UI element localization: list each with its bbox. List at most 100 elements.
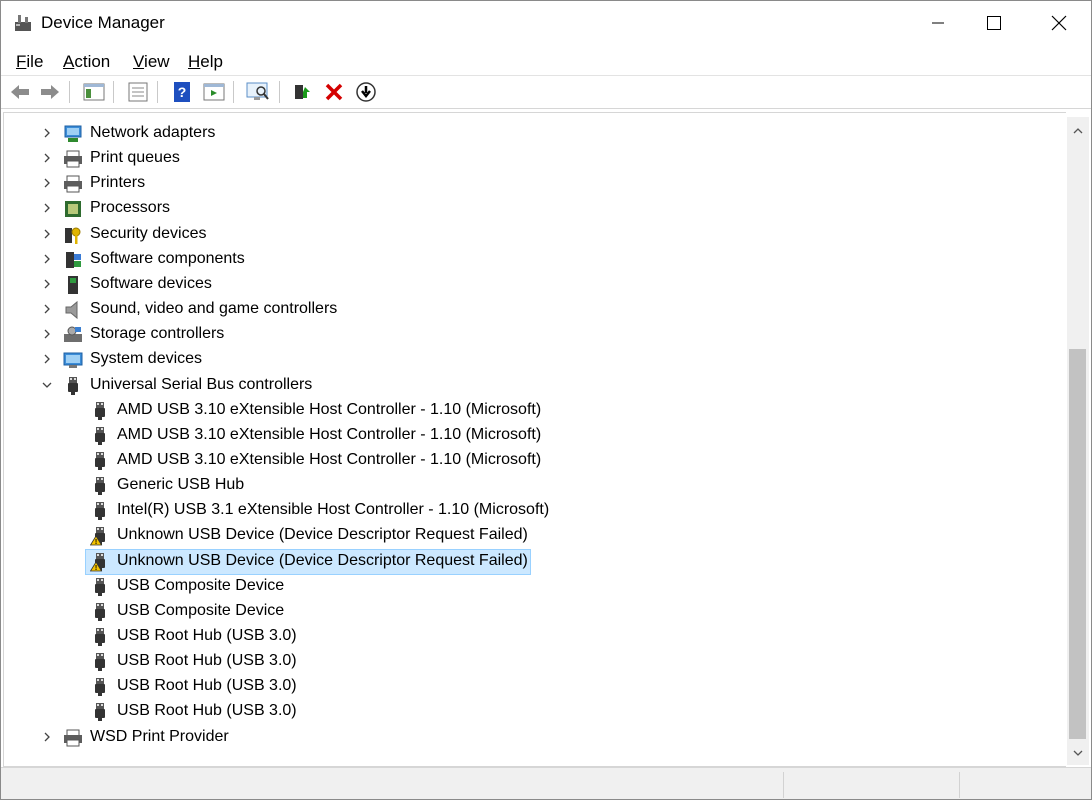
- tree-device[interactable]: Generic USB Hub: [4, 473, 1064, 498]
- tree-node-label: WSD Print Provider: [90, 727, 229, 745]
- scroll-down-button[interactable]: [1067, 743, 1089, 763]
- tree-node-label: AMD USB 3.10 eXtensible Host Controller …: [117, 400, 542, 418]
- tree-node-label: USB Root Hub (USB 3.0): [117, 652, 297, 670]
- tree-category[interactable]: Processors: [4, 196, 1064, 221]
- forward-button[interactable]: [37, 80, 63, 104]
- tree-category[interactable]: Printers: [4, 171, 1064, 196]
- back-button[interactable]: [7, 80, 33, 104]
- chevron-right-icon[interactable]: [40, 227, 54, 241]
- tree-node-label: Sound, video and game controllers: [90, 300, 338, 318]
- chevron-right-icon[interactable]: [40, 352, 54, 366]
- chevron-down-icon[interactable]: [40, 378, 54, 392]
- menu-action[interactable]: Action: [62, 52, 111, 72]
- tree-category[interactable]: Software devices: [4, 272, 1064, 297]
- usb-icon: [95, 477, 105, 496]
- tree-node-label: Universal Serial Bus controllers: [90, 375, 313, 393]
- tree-device[interactable]: AMD USB 3.10 eXtensible Host Controller …: [4, 398, 1064, 423]
- processor-icon: [65, 201, 81, 218]
- uninstall-device-button[interactable]: [321, 80, 347, 104]
- chevron-right-icon[interactable]: [40, 327, 54, 341]
- usb-icon: [95, 426, 105, 445]
- software-device-icon: [68, 275, 78, 294]
- action-pane-icon: [203, 83, 225, 101]
- svg-text:!: !: [95, 565, 97, 572]
- chevron-right-icon[interactable]: [40, 126, 54, 140]
- close-button[interactable]: [1036, 1, 1082, 45]
- tree-device[interactable]: USB Root Hub (USB 3.0): [4, 699, 1064, 724]
- printer-icon: [64, 175, 82, 193]
- printer-icon: [64, 150, 82, 168]
- tree-node-label: Storage controllers: [90, 325, 225, 343]
- vertical-scrollbar[interactable]: [1067, 117, 1089, 765]
- tree-node-label: Generic USB Hub: [117, 476, 245, 494]
- usb-icon: [95, 678, 105, 697]
- show-hide-console-tree-icon: [83, 83, 105, 101]
- tree-category[interactable]: WSD Print Provider: [4, 725, 1064, 750]
- tree-category[interactable]: Network adapters: [4, 121, 1064, 146]
- usb-icon: [95, 577, 105, 596]
- menu-action-accel: A: [63, 52, 75, 71]
- action-pane-button[interactable]: [201, 80, 227, 104]
- forward-icon: [41, 85, 59, 99]
- scrollbar-thumb[interactable]: [1069, 349, 1086, 739]
- usb-icon: [95, 653, 105, 672]
- scroll-up-button[interactable]: [1067, 121, 1089, 141]
- chevron-right-icon[interactable]: [40, 176, 54, 190]
- chevron-right-icon[interactable]: [40, 277, 54, 291]
- tree-device[interactable]: USB Composite Device: [4, 599, 1064, 624]
- tree-device[interactable]: Intel(R) USB 3.1 eXtensible Host Control…: [4, 498, 1064, 523]
- tree-device[interactable]: AMD USB 3.10 eXtensible Host Controller …: [4, 423, 1064, 448]
- chevron-right-icon[interactable]: [40, 302, 54, 316]
- tree-device[interactable]: USB Root Hub (USB 3.0): [4, 624, 1064, 649]
- menu-help-accel: H: [188, 52, 201, 71]
- menu-file[interactable]: File: [15, 52, 44, 72]
- tree-category-usb[interactable]: Universal Serial Bus controllers: [4, 373, 1064, 398]
- uninstall-icon: [325, 83, 343, 101]
- usb-icon: [95, 703, 105, 722]
- chevron-right-icon[interactable]: [40, 730, 54, 744]
- tree-device[interactable]: AMD USB 3.10 eXtensible Host Controller …: [4, 448, 1064, 473]
- chevron-right-icon[interactable]: [40, 201, 54, 215]
- tree-node-label: Printers: [90, 174, 146, 192]
- security-key-icon: [65, 227, 81, 244]
- tree-device[interactable]: USB Root Hub (USB 3.0): [4, 649, 1064, 674]
- menu-view[interactable]: View: [132, 52, 171, 72]
- tree-node-label: Software components: [90, 249, 245, 267]
- show-hide-tree-button[interactable]: [81, 80, 107, 104]
- maximize-icon: [987, 16, 1001, 30]
- help-button[interactable]: ?: [169, 80, 195, 104]
- chevron-right-icon[interactable]: [40, 252, 54, 266]
- tree-node-label: Print queues: [90, 149, 180, 167]
- tree-device-selected[interactable]: ! Unknown USB Device (Device Descriptor R…: [4, 548, 1064, 575]
- properties-button[interactable]: [125, 80, 151, 104]
- tree-category[interactable]: Sound, video and game controllers: [4, 297, 1064, 322]
- menu-help[interactable]: Help: [187, 52, 224, 72]
- window-title: Device Manager: [41, 13, 165, 32]
- tree-category[interactable]: Storage controllers: [4, 322, 1064, 347]
- printer-icon: [64, 729, 82, 747]
- chevron-right-icon[interactable]: [40, 151, 54, 165]
- system-devices-icon: [63, 352, 83, 369]
- tree-node-label: Intel(R) USB 3.1 eXtensible Host Control…: [117, 501, 550, 519]
- tree-category[interactable]: Print queues: [4, 146, 1064, 171]
- title-bar[interactable]: Device Manager: [1, 1, 1091, 45]
- svg-text:?: ?: [178, 84, 187, 100]
- usb-warning-icon: !: [90, 552, 105, 572]
- tree-node-label: Software devices: [90, 274, 212, 292]
- tree-node-label: USB Composite Device: [117, 576, 285, 594]
- tree-device[interactable]: USB Root Hub (USB 3.0): [4, 674, 1064, 699]
- device-tree[interactable]: Network adapters Print queues Printers Proc…: [3, 112, 1066, 767]
- device-manager-window: Device Manager File Action View Help ? N…: [0, 0, 1092, 800]
- tree-category[interactable]: Security devices: [4, 222, 1064, 247]
- minimize-button[interactable]: [915, 1, 961, 45]
- tree-category[interactable]: System devices: [4, 347, 1064, 372]
- maximize-button[interactable]: [971, 1, 1017, 45]
- disable-device-button[interactable]: [353, 80, 379, 104]
- tree-device[interactable]: USB Composite Device: [4, 574, 1064, 599]
- tree-category[interactable]: Software components: [4, 247, 1064, 272]
- tree-device[interactable]: ! Unknown USB Device (Device Descriptor R…: [4, 523, 1064, 548]
- close-icon: [1051, 15, 1067, 31]
- software-component-icon: [66, 251, 81, 268]
- scan-hardware-button[interactable]: [245, 80, 271, 104]
- update-driver-button[interactable]: [289, 80, 315, 104]
